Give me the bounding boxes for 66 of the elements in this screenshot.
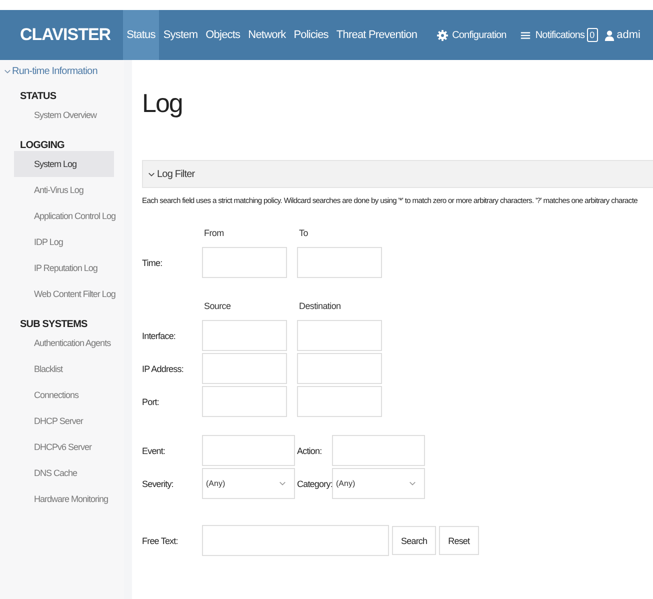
user-name[interactable]: admi	[616, 29, 640, 41]
sidebar-heading: SUB SYSTEMS	[19, 318, 88, 330]
field-label: Event:	[142, 446, 166, 456]
form-button[interactable]: Search	[392, 526, 436, 555]
field-label: Action:	[297, 446, 323, 456]
dropdown[interactable]: (Any)	[202, 468, 295, 499]
nav-tab[interactable]: Threat Prevention	[332, 10, 422, 60]
chevron-icon	[148, 170, 155, 178]
sidebar-heading: STATUS	[19, 90, 58, 102]
configuration-link[interactable]: Configuration	[450, 10, 508, 60]
field-label: Free Text:	[142, 536, 179, 546]
field-label: Category:	[297, 478, 332, 488]
notification-count: 0	[586, 28, 598, 42]
chevron-icon	[409, 480, 416, 487]
chevron-icon	[4, 68, 11, 75]
input-field[interactable]	[202, 386, 287, 417]
column-label: To	[298, 228, 309, 240]
input-field[interactable]	[297, 353, 382, 384]
input-field[interactable]	[202, 353, 287, 384]
sidebar-item[interactable]: IP Reputation Log	[14, 255, 114, 281]
nav-tab[interactable]: System	[159, 10, 202, 60]
input-field[interactable]	[202, 525, 389, 556]
sidebar-item[interactable]: Blacklist	[14, 356, 114, 382]
notifications-link[interactable]: Notifications	[533, 10, 587, 60]
logo: CLAVISTER	[20, 25, 111, 45]
input-field[interactable]	[297, 386, 382, 417]
gear-icon	[437, 30, 448, 40]
sidebar-item[interactable]: Hardware Monitoring	[14, 486, 114, 512]
field-label: Severity:	[142, 478, 174, 488]
sidebar-item[interactable]: Web Content Filter Log	[14, 281, 118, 307]
chevron-icon	[279, 480, 286, 487]
field-label: Interface:	[142, 330, 177, 340]
sidebar-item[interactable]: Connections	[14, 382, 114, 408]
sidebar-item[interactable]: Application Control Log	[14, 203, 118, 229]
sidebar-item[interactable]: System Overview	[14, 102, 114, 128]
sidebar-item[interactable]: System Log	[14, 151, 114, 177]
user-icon	[604, 30, 615, 40]
sidebar-item[interactable]: DNS Cache	[14, 460, 114, 486]
column-label: Destination	[298, 301, 342, 313]
column-label: From	[203, 228, 225, 240]
field-label: Time:	[142, 258, 164, 268]
nav-tab[interactable]: Objects	[202, 10, 244, 60]
log-filter-header[interactable]: Log Filter	[142, 160, 653, 188]
input-field[interactable]	[297, 247, 382, 278]
input-field[interactable]	[297, 320, 382, 351]
sidebar-item[interactable]: DHCP Server	[14, 408, 114, 434]
sidebar-group-toggle[interactable]: Run-time Information	[0, 64, 124, 79]
nav-tab[interactable]: Policies	[290, 10, 332, 60]
sidebar-item[interactable]: Anti-Virus Log	[14, 177, 114, 203]
input-field[interactable]	[202, 320, 287, 351]
column-label: Source	[203, 301, 232, 313]
dropdown[interactable]: (Any)	[332, 468, 425, 499]
input-field[interactable]	[202, 247, 287, 278]
sidebar-item[interactable]: IDP Log	[14, 229, 114, 255]
sidebar-item[interactable]: Authentication Agents	[14, 330, 114, 356]
field-label: Port:	[142, 396, 160, 406]
nav-tab[interactable]: Network	[244, 10, 290, 60]
input-field[interactable]	[202, 435, 295, 466]
form-button[interactable]: Reset	[439, 526, 479, 555]
input-field[interactable]	[332, 435, 425, 466]
sidebar-heading: LOGGING	[19, 139, 66, 151]
page-title: Log	[142, 87, 184, 120]
field-label: IP Address:	[142, 364, 184, 374]
nav-tab[interactable]: Status	[122, 10, 160, 60]
menu-icon	[520, 30, 532, 40]
sidebar-item[interactable]: DHCPv6 Server	[14, 434, 114, 460]
